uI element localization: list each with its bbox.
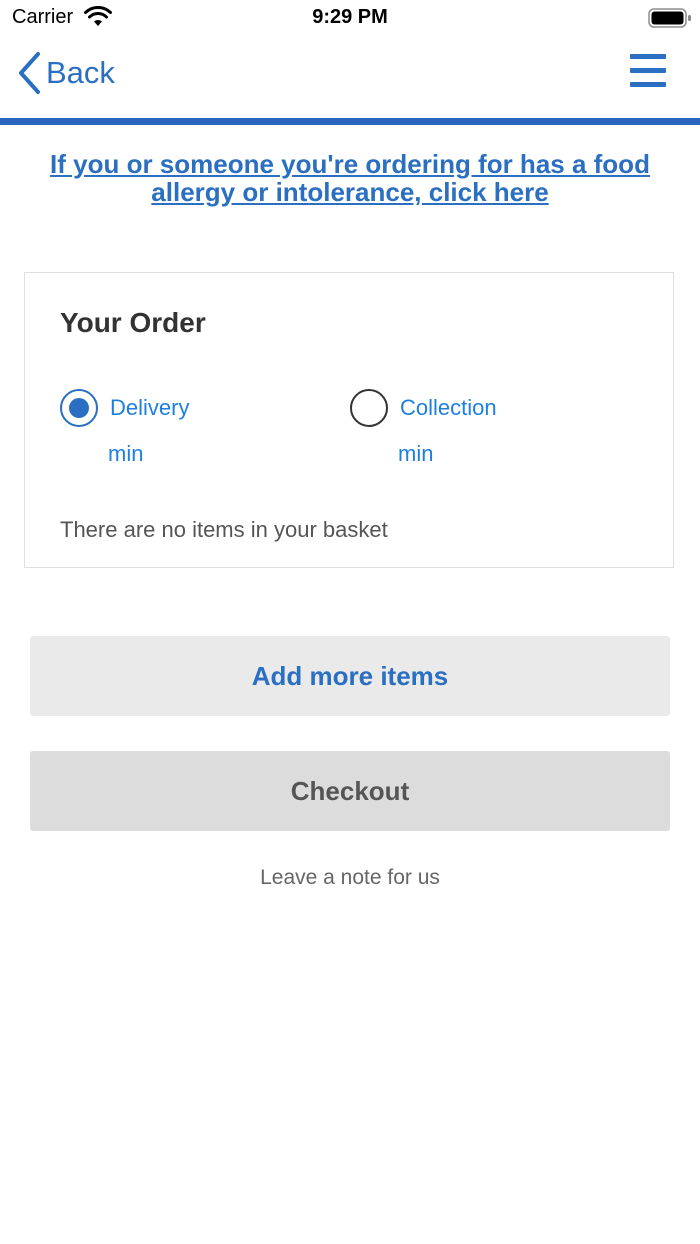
status-time: 9:29 PM bbox=[312, 6, 388, 28]
leave-note-link[interactable]: Leave a note for us bbox=[0, 866, 700, 890]
delivery-radio[interactable] bbox=[60, 389, 98, 427]
chevron-left-icon bbox=[19, 52, 40, 94]
back-label: Back bbox=[46, 55, 115, 90]
collection-time: min bbox=[398, 441, 434, 466]
battery-icon bbox=[648, 8, 691, 28]
status-bar: Carrier 9:29 PM bbox=[0, 0, 700, 40]
hamburger-menu-icon[interactable] bbox=[630, 54, 666, 88]
collection-radio[interactable] bbox=[350, 389, 388, 427]
order-title: Your Order bbox=[60, 307, 206, 338]
checkout-button[interactable]: Checkout bbox=[30, 751, 670, 831]
delivery-label: Delivery bbox=[110, 395, 190, 420]
back-button[interactable]: Back bbox=[16, 50, 115, 96]
collection-option[interactable]: Collection bbox=[350, 389, 497, 427]
delivery-option[interactable]: Delivery bbox=[60, 389, 189, 427]
empty-basket-message: There are no items in your basket bbox=[60, 517, 388, 542]
header-divider bbox=[0, 118, 700, 125]
nav-bar: Back bbox=[0, 40, 700, 118]
add-more-items-button[interactable]: Add more items bbox=[30, 636, 670, 716]
collection-label: Collection bbox=[400, 395, 497, 420]
delivery-time: min bbox=[108, 441, 144, 466]
order-card: Your Order Delivery min Collection min T… bbox=[24, 272, 674, 568]
allergy-info-link[interactable]: If you or someone you're ordering for ha… bbox=[20, 150, 680, 206]
